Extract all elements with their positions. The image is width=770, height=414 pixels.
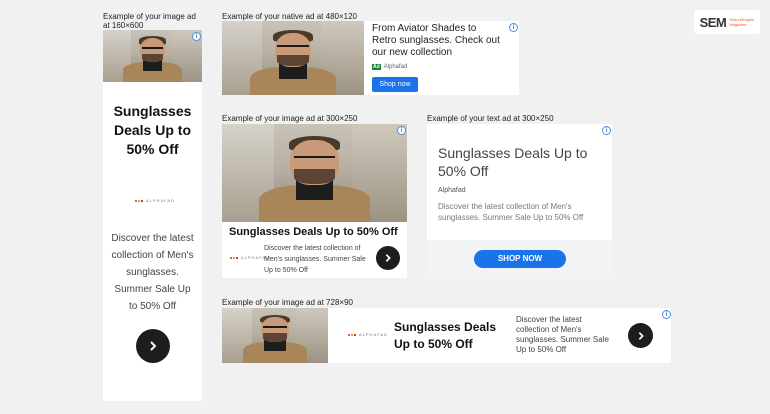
- ad-160x600[interactable]: i Sunglasses Deals Up to 50% Off ALPHAFA…: [103, 30, 202, 401]
- info-icon[interactable]: i: [192, 32, 201, 41]
- native-photo: [222, 21, 364, 95]
- text300-shop-now-button[interactable]: SHOP NOW: [474, 250, 566, 268]
- caption-ad-728: Example of your image ad at 728×90: [222, 298, 353, 307]
- ad-160-body: Discover the latest collection of Men's …: [111, 233, 194, 312]
- ad-160-logo: ALPHAFAD: [135, 198, 175, 203]
- ad-160-headline: Sunglasses Deals Up to 50% Off: [113, 103, 192, 157]
- chevron-right-icon: [150, 341, 157, 351]
- chevron-right-icon: [385, 254, 391, 262]
- ad728-logo: ALPHAFAD: [348, 332, 388, 337]
- sem-logo-sub2: Magazine: [729, 22, 747, 27]
- image-ad-300x250[interactable]: i Sunglasses Deals Up to 50% Off ALPHAFA…: [222, 124, 407, 278]
- text-ad-300x250[interactable]: i Sunglasses Deals Up to 50% Off Alphafa…: [427, 124, 612, 278]
- native-shop-now-button[interactable]: Shop now: [372, 77, 418, 92]
- info-icon[interactable]: i: [509, 23, 518, 32]
- alphafad-logo-icon: [135, 199, 143, 202]
- ad728-headline: Sunglasses Deals Up to 50% Off: [394, 320, 497, 351]
- native-ad-480x120[interactable]: From Aviator Shades to Retro sunglasses.…: [222, 21, 519, 95]
- sem-logo-main: SEM: [699, 14, 727, 30]
- native-headline: From Aviator Shades to Retro sunglasses.…: [372, 23, 500, 58]
- sem-logo: SEM SearchEngine Magazine: [694, 10, 760, 34]
- ad728-photo: [222, 308, 328, 363]
- caption-ad-160: Example of your image ad at 160×600: [103, 12, 196, 30]
- ad-160-arrow-button[interactable]: [136, 329, 170, 363]
- ad728-arrow-button[interactable]: [628, 323, 653, 348]
- text300-body: Discover the latest collection of Men's …: [438, 202, 584, 222]
- image-ad-728x90[interactable]: ALPHAFAD Sunglasses Deals Up to 50% Off …: [222, 308, 671, 363]
- img300-arrow-button[interactable]: [376, 246, 400, 270]
- info-icon[interactable]: i: [602, 126, 611, 135]
- native-advertiser: Alphafad: [383, 64, 408, 70]
- alphafad-logo-icon: [230, 256, 238, 259]
- img300-photo: [222, 124, 407, 222]
- caption-img-300: Example of your image ad at 300×250: [222, 114, 358, 123]
- text300-advertiser: Alphafad: [438, 187, 466, 194]
- ad728-body: Discover the latest collection of Men's …: [516, 315, 609, 354]
- ad-160-photo: [103, 30, 202, 82]
- img300-headline: Sunglasses Deals Up to 50% Off: [229, 226, 398, 238]
- ad-badge: Ad: [372, 64, 381, 70]
- info-icon[interactable]: i: [397, 126, 406, 135]
- alphafad-logo-icon: [348, 333, 356, 336]
- img300-body: Discover the latest collection of Men's …: [264, 245, 366, 274]
- chevron-right-icon: [638, 331, 644, 340]
- caption-text-300: Example of your text ad at 300×250: [427, 114, 554, 123]
- caption-native: Example of your native ad at 480×120: [222, 12, 357, 21]
- text300-headline: Sunglasses Deals Up to 50% Off: [438, 145, 588, 179]
- info-icon[interactable]: i: [662, 310, 671, 319]
